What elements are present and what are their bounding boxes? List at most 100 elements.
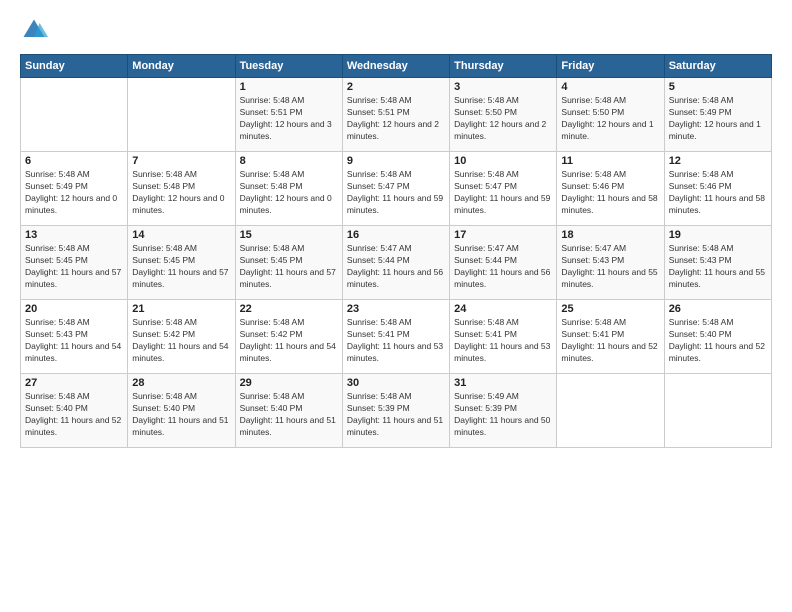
day-number: 21 xyxy=(132,303,230,315)
day-info: Sunrise: 5:48 AM Sunset: 5:46 PM Dayligh… xyxy=(669,169,767,217)
day-info: Sunrise: 5:48 AM Sunset: 5:49 PM Dayligh… xyxy=(669,95,767,143)
day-cell: 28 Sunrise: 5:48 AM Sunset: 5:40 PM Dayl… xyxy=(128,374,235,448)
day-cell: 20 Sunrise: 5:48 AM Sunset: 5:43 PM Dayl… xyxy=(21,300,128,374)
day-cell: 22 Sunrise: 5:48 AM Sunset: 5:42 PM Dayl… xyxy=(235,300,342,374)
day-number: 20 xyxy=(25,303,123,315)
day-number: 28 xyxy=(132,377,230,389)
day-number: 27 xyxy=(25,377,123,389)
day-info: Sunrise: 5:48 AM Sunset: 5:40 PM Dayligh… xyxy=(132,391,230,439)
day-cell: 19 Sunrise: 5:48 AM Sunset: 5:43 PM Dayl… xyxy=(664,226,771,300)
header-row: SundayMondayTuesdayWednesdayThursdayFrid… xyxy=(21,55,772,78)
day-info: Sunrise: 5:48 AM Sunset: 5:51 PM Dayligh… xyxy=(347,95,445,143)
week-row-2: 6 Sunrise: 5:48 AM Sunset: 5:49 PM Dayli… xyxy=(21,152,772,226)
col-header-monday: Monday xyxy=(128,55,235,78)
day-info: Sunrise: 5:48 AM Sunset: 5:43 PM Dayligh… xyxy=(669,243,767,291)
day-info: Sunrise: 5:48 AM Sunset: 5:48 PM Dayligh… xyxy=(240,169,338,217)
day-number: 18 xyxy=(561,229,659,241)
day-number: 22 xyxy=(240,303,338,315)
day-cell: 7 Sunrise: 5:48 AM Sunset: 5:48 PM Dayli… xyxy=(128,152,235,226)
day-cell xyxy=(21,78,128,152)
day-info: Sunrise: 5:48 AM Sunset: 5:42 PM Dayligh… xyxy=(132,317,230,365)
day-info: Sunrise: 5:48 AM Sunset: 5:40 PM Dayligh… xyxy=(25,391,123,439)
day-cell: 5 Sunrise: 5:48 AM Sunset: 5:49 PM Dayli… xyxy=(664,78,771,152)
col-header-thursday: Thursday xyxy=(450,55,557,78)
day-cell: 27 Sunrise: 5:48 AM Sunset: 5:40 PM Dayl… xyxy=(21,374,128,448)
week-row-3: 13 Sunrise: 5:48 AM Sunset: 5:45 PM Dayl… xyxy=(21,226,772,300)
day-info: Sunrise: 5:48 AM Sunset: 5:41 PM Dayligh… xyxy=(347,317,445,365)
day-info: Sunrise: 5:48 AM Sunset: 5:41 PM Dayligh… xyxy=(454,317,552,365)
day-cell: 3 Sunrise: 5:48 AM Sunset: 5:50 PM Dayli… xyxy=(450,78,557,152)
day-info: Sunrise: 5:48 AM Sunset: 5:50 PM Dayligh… xyxy=(454,95,552,143)
day-number: 5 xyxy=(669,81,767,93)
day-info: Sunrise: 5:48 AM Sunset: 5:41 PM Dayligh… xyxy=(561,317,659,365)
day-cell: 21 Sunrise: 5:48 AM Sunset: 5:42 PM Dayl… xyxy=(128,300,235,374)
day-number: 2 xyxy=(347,81,445,93)
day-info: Sunrise: 5:48 AM Sunset: 5:45 PM Dayligh… xyxy=(240,243,338,291)
day-cell: 12 Sunrise: 5:48 AM Sunset: 5:46 PM Dayl… xyxy=(664,152,771,226)
day-info: Sunrise: 5:48 AM Sunset: 5:43 PM Dayligh… xyxy=(25,317,123,365)
day-number: 25 xyxy=(561,303,659,315)
day-info: Sunrise: 5:48 AM Sunset: 5:47 PM Dayligh… xyxy=(454,169,552,217)
day-info: Sunrise: 5:47 AM Sunset: 5:44 PM Dayligh… xyxy=(347,243,445,291)
day-number: 16 xyxy=(347,229,445,241)
col-header-sunday: Sunday xyxy=(21,55,128,78)
day-number: 15 xyxy=(240,229,338,241)
day-cell: 26 Sunrise: 5:48 AM Sunset: 5:40 PM Dayl… xyxy=(664,300,771,374)
day-number: 6 xyxy=(25,155,123,167)
day-info: Sunrise: 5:48 AM Sunset: 5:48 PM Dayligh… xyxy=(132,169,230,217)
day-cell: 30 Sunrise: 5:48 AM Sunset: 5:39 PM Dayl… xyxy=(342,374,449,448)
day-cell: 1 Sunrise: 5:48 AM Sunset: 5:51 PM Dayli… xyxy=(235,78,342,152)
day-cell: 23 Sunrise: 5:48 AM Sunset: 5:41 PM Dayl… xyxy=(342,300,449,374)
day-cell: 8 Sunrise: 5:48 AM Sunset: 5:48 PM Dayli… xyxy=(235,152,342,226)
day-number: 19 xyxy=(669,229,767,241)
day-number: 13 xyxy=(25,229,123,241)
week-row-1: 1 Sunrise: 5:48 AM Sunset: 5:51 PM Dayli… xyxy=(21,78,772,152)
day-cell: 16 Sunrise: 5:47 AM Sunset: 5:44 PM Dayl… xyxy=(342,226,449,300)
col-header-saturday: Saturday xyxy=(664,55,771,78)
day-number: 12 xyxy=(669,155,767,167)
day-number: 26 xyxy=(669,303,767,315)
day-number: 14 xyxy=(132,229,230,241)
day-number: 29 xyxy=(240,377,338,389)
day-cell xyxy=(664,374,771,448)
day-info: Sunrise: 5:47 AM Sunset: 5:44 PM Dayligh… xyxy=(454,243,552,291)
day-number: 11 xyxy=(561,155,659,167)
day-info: Sunrise: 5:47 AM Sunset: 5:43 PM Dayligh… xyxy=(561,243,659,291)
day-cell: 10 Sunrise: 5:48 AM Sunset: 5:47 PM Dayl… xyxy=(450,152,557,226)
day-number: 30 xyxy=(347,377,445,389)
week-row-5: 27 Sunrise: 5:48 AM Sunset: 5:40 PM Dayl… xyxy=(21,374,772,448)
week-row-4: 20 Sunrise: 5:48 AM Sunset: 5:43 PM Dayl… xyxy=(21,300,772,374)
col-header-wednesday: Wednesday xyxy=(342,55,449,78)
day-number: 23 xyxy=(347,303,445,315)
day-info: Sunrise: 5:48 AM Sunset: 5:51 PM Dayligh… xyxy=(240,95,338,143)
day-cell: 31 Sunrise: 5:49 AM Sunset: 5:39 PM Dayl… xyxy=(450,374,557,448)
day-number: 3 xyxy=(454,81,552,93)
day-info: Sunrise: 5:48 AM Sunset: 5:45 PM Dayligh… xyxy=(25,243,123,291)
col-header-friday: Friday xyxy=(557,55,664,78)
day-info: Sunrise: 5:48 AM Sunset: 5:42 PM Dayligh… xyxy=(240,317,338,365)
day-cell xyxy=(128,78,235,152)
day-cell: 18 Sunrise: 5:47 AM Sunset: 5:43 PM Dayl… xyxy=(557,226,664,300)
header xyxy=(20,16,772,44)
day-cell: 25 Sunrise: 5:48 AM Sunset: 5:41 PM Dayl… xyxy=(557,300,664,374)
day-number: 8 xyxy=(240,155,338,167)
day-info: Sunrise: 5:48 AM Sunset: 5:39 PM Dayligh… xyxy=(347,391,445,439)
day-info: Sunrise: 5:48 AM Sunset: 5:45 PM Dayligh… xyxy=(132,243,230,291)
day-info: Sunrise: 5:49 AM Sunset: 5:39 PM Dayligh… xyxy=(454,391,552,439)
page: SundayMondayTuesdayWednesdayThursdayFrid… xyxy=(0,0,792,612)
day-number: 9 xyxy=(347,155,445,167)
day-number: 17 xyxy=(454,229,552,241)
day-cell: 17 Sunrise: 5:47 AM Sunset: 5:44 PM Dayl… xyxy=(450,226,557,300)
logo-icon xyxy=(20,16,48,44)
day-cell: 4 Sunrise: 5:48 AM Sunset: 5:50 PM Dayli… xyxy=(557,78,664,152)
col-header-tuesday: Tuesday xyxy=(235,55,342,78)
day-number: 24 xyxy=(454,303,552,315)
calendar-table: SundayMondayTuesdayWednesdayThursdayFrid… xyxy=(20,54,772,448)
day-info: Sunrise: 5:48 AM Sunset: 5:40 PM Dayligh… xyxy=(669,317,767,365)
day-info: Sunrise: 5:48 AM Sunset: 5:49 PM Dayligh… xyxy=(25,169,123,217)
day-info: Sunrise: 5:48 AM Sunset: 5:47 PM Dayligh… xyxy=(347,169,445,217)
day-cell: 24 Sunrise: 5:48 AM Sunset: 5:41 PM Dayl… xyxy=(450,300,557,374)
day-cell: 13 Sunrise: 5:48 AM Sunset: 5:45 PM Dayl… xyxy=(21,226,128,300)
day-cell: 9 Sunrise: 5:48 AM Sunset: 5:47 PM Dayli… xyxy=(342,152,449,226)
day-number: 31 xyxy=(454,377,552,389)
